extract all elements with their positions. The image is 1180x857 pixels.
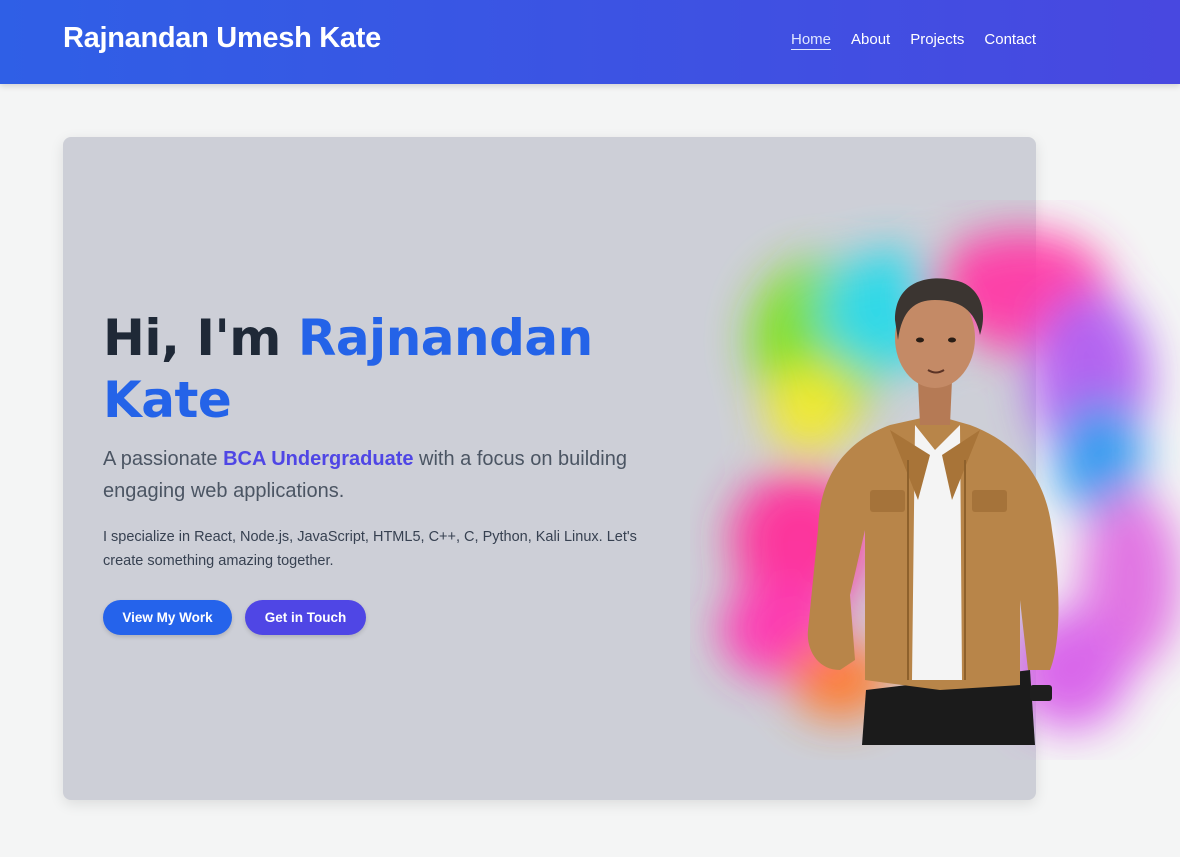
name-last: Kate: [103, 371, 232, 429]
nav-link-projects[interactable]: Projects: [910, 31, 964, 50]
nav-menu: Home About Projects Contact: [791, 31, 1036, 50]
nav-link-home[interactable]: Home: [791, 31, 832, 50]
nav-link-contact[interactable]: Contact: [984, 31, 1036, 50]
hero-tagline: A passionate BCA Undergraduate with a fo…: [103, 443, 663, 507]
view-my-work-button[interactable]: View My Work: [103, 600, 232, 635]
profile-photo: [720, 230, 1180, 745]
tagline-prefix: A passionate: [103, 448, 224, 470]
hero-headline: Hi, I'm Rajnandan Kate: [103, 307, 703, 431]
site-brand[interactable]: Rajnandan Umesh Kate: [63, 22, 381, 55]
get-in-touch-button[interactable]: Get in Touch: [245, 600, 366, 635]
greeting-text: Hi, I'm: [103, 309, 298, 367]
nav-link-about[interactable]: About: [851, 31, 890, 50]
hero-description: I specialize in React, Node.js, JavaScri…: [103, 529, 637, 569]
name-first: Rajnandan: [297, 309, 593, 367]
tagline-highlight: BCA Undergraduate: [223, 448, 414, 470]
top-navbar: Rajnandan Umesh Kate Home About Projects…: [0, 0, 1180, 84]
